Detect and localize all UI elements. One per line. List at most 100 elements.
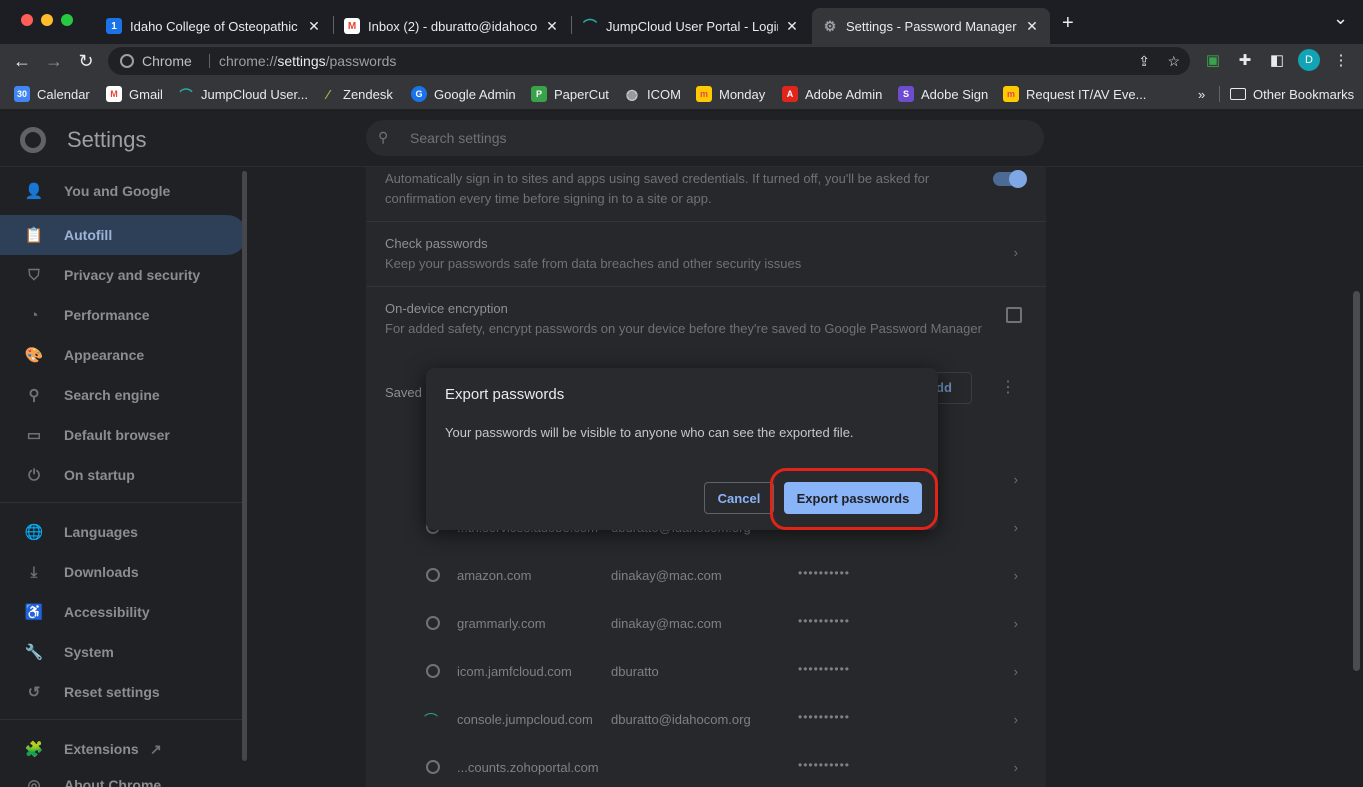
google-admin-icon: G — [411, 86, 427, 102]
power-icon: ⏻ — [28, 466, 40, 484]
bookmark-papercut[interactable]: P PaperCut — [531, 84, 609, 104]
password-row-3[interactable]: grammarly.com dinakay@mac.com ••••••••••… — [366, 600, 1046, 648]
bookmark-label: Other Bookmarks — [1253, 86, 1355, 102]
forward-button[interactable]: → — [43, 50, 65, 72]
page-scrollbar[interactable] — [1353, 291, 1360, 671]
bookmark-jumpcloud[interactable]: ⌒ JumpCloud User... — [178, 84, 308, 104]
other-bookmarks[interactable]: Other Bookmarks — [1230, 84, 1354, 104]
extensions-puzzle-icon[interactable]: ✚ — [1234, 50, 1256, 72]
back-button[interactable]: ← — [11, 50, 33, 72]
window-zoom-button[interactable] — [61, 14, 73, 26]
tab-title: Inbox (2) - dburatto@idahocom — [368, 18, 538, 34]
settings-search[interactable]: ⚲ — [366, 120, 1044, 156]
sidebar-item-about[interactable]: ◎ About Chrome — [0, 765, 247, 787]
sidebar-item-extensions[interactable]: 🧩 Extensions ↗ — [0, 729, 247, 769]
profile-avatar[interactable]: D — [1298, 49, 1320, 71]
password-row-4[interactable]: icom.jamfcloud.com dburatto •••••••••• › — [366, 648, 1046, 696]
browser-toolbar: ← → ↻ Chrome chrome://settings/passwords… — [0, 44, 1363, 78]
new-tab-button[interactable]: + — [1062, 12, 1074, 35]
autosignin-description: Automatically sign in to sites and apps … — [385, 171, 930, 206]
url-text: chrome://settings/passwords — [219, 53, 397, 69]
password-row-2[interactable]: amazon.com dinakay@mac.com •••••••••• › — [366, 552, 1046, 600]
sidebar-item-label: Appearance — [64, 347, 145, 363]
bookmark-gmail[interactable]: M Gmail — [106, 84, 163, 104]
password-row-6[interactable]: ...counts.zohoportal.com •••••••••• › — [366, 744, 1046, 787]
window-minimize-button[interactable] — [41, 14, 53, 26]
tab-close-icon[interactable]: ✕ — [784, 18, 800, 35]
sidebar-item-privacy[interactable]: ⛉ Privacy and security — [0, 255, 247, 295]
check-passwords-row[interactable]: Check passwords Keep your passwords safe… — [366, 222, 1046, 286]
bookmark-adobe-sign[interactable]: S Adobe Sign — [898, 84, 988, 104]
reload-button[interactable]: ↻ — [75, 50, 97, 72]
bookmark-request-it[interactable]: m Request IT/AV Eve... — [1003, 84, 1146, 104]
encryption-title: On-device encryption — [385, 301, 508, 316]
tab-inbox[interactable]: M Inbox (2) - dburatto@idahocom ✕ — [334, 8, 570, 44]
password-row-5[interactable]: ⌒ console.jumpcloud.com dburatto@idahoco… — [366, 696, 1046, 744]
bookmark-label: Zendesk — [343, 86, 393, 102]
kebab-menu-icon[interactable]: ⋮ — [1330, 50, 1352, 72]
download-icon: ⤓ — [30, 563, 38, 581]
shield-icon: ⛉ — [28, 266, 40, 284]
window-close-button[interactable] — [21, 14, 33, 26]
bookmark-monday[interactable]: m Monday — [696, 84, 765, 104]
zendesk-icon: ⁄ — [326, 86, 330, 102]
sidebar-item-languages[interactable]: 🌐 Languages — [0, 512, 247, 552]
search-input[interactable] — [410, 126, 1010, 150]
bookmark-zendesk[interactable]: ⁄ Zendesk — [320, 84, 393, 104]
globe-icon — [426, 616, 440, 630]
bookmark-label: ICOM — [647, 86, 681, 102]
tab-idaho-college[interactable]: 1 Idaho College of Osteopathic M ✕ — [96, 8, 332, 44]
tab-settings[interactable]: ⚙ Settings - Password Manager ✕ — [812, 8, 1050, 44]
more-actions-icon[interactable]: ⋮ — [1000, 377, 1016, 397]
sidebar-item-accessibility[interactable]: ♿ Accessibility — [0, 592, 247, 632]
bookmarks-overflow-button[interactable]: » — [1198, 84, 1205, 104]
bookmark-label: Request IT/AV Eve... — [1026, 86, 1147, 102]
side-panel-icon[interactable]: ◧ — [1266, 50, 1288, 72]
papercut-icon: P — [531, 86, 547, 102]
bookmark-label: JumpCloud User... — [201, 86, 308, 102]
on-device-encryption-row[interactable]: On-device encryption For added safety, e… — [366, 287, 1046, 351]
bookmark-adobe-admin[interactable]: A Adobe Admin — [782, 84, 882, 104]
extension-papercut-icon[interactable]: ▣ — [1202, 50, 1224, 72]
sidebar-item-search-engine[interactable]: ⚲ Search engine — [0, 375, 247, 415]
autosignin-toggle[interactable] — [993, 170, 1027, 188]
sidebar-item-system[interactable]: 🔧 System — [0, 632, 247, 672]
external-link-icon — [1006, 307, 1022, 323]
saved-passwords-heading: Saved — [385, 385, 422, 400]
address-bar[interactable]: Chrome chrome://settings/passwords ⇪ ☆ — [108, 47, 1190, 75]
sidebar-scrollbar[interactable] — [242, 171, 247, 761]
sidebar-item-you-and-google[interactable]: 👤 You and Google — [0, 171, 247, 211]
tab-close-icon[interactable]: ✕ — [544, 18, 560, 35]
share-icon[interactable]: ⇪ — [1138, 47, 1150, 75]
tab-close-icon[interactable]: ✕ — [306, 18, 322, 35]
cancel-button[interactable]: Cancel — [704, 482, 774, 514]
chrome-icon — [120, 54, 134, 68]
tab-search-button[interactable]: ⌄ — [1333, 8, 1348, 29]
password-masked: •••••••••• — [798, 758, 851, 772]
bookmark-calendar[interactable]: 30 Calendar — [14, 84, 90, 104]
sidebar-item-autofill[interactable]: 📋 Autofill — [0, 215, 247, 255]
adobe-icon: A — [782, 86, 798, 102]
settings-sidebar: 👤 You and Google 📋 Autofill ⛉ Privacy and s… — [0, 167, 256, 787]
sidebar-item-on-startup[interactable]: ⏻ On startup — [0, 455, 247, 495]
tab-title: JumpCloud User Portal - Login — [606, 18, 778, 34]
password-masked: •••••••••• — [798, 566, 851, 580]
sidebar-item-label: Autofill — [64, 227, 113, 243]
dialog-title: Export passwords — [445, 386, 565, 403]
puzzle-icon: 🧩 — [24, 741, 44, 758]
sidebar-item-default-browser[interactable]: ▭ Default browser — [0, 415, 247, 455]
chevron-right-icon: › — [1013, 245, 1018, 260]
sidebar-item-downloads[interactable]: ⤓ Downloads — [0, 552, 247, 592]
bookmark-google-admin[interactable]: G Google Admin — [411, 84, 516, 104]
jumpcloud-icon: ⌒ — [583, 18, 597, 34]
tab-jumpcloud[interactable]: ⌒ JumpCloud User Portal - Login ✕ — [572, 8, 810, 44]
sidebar-item-performance[interactable]: ◔ Performance — [0, 295, 247, 335]
sidebar-item-reset[interactable]: ↺ Reset settings — [0, 672, 247, 712]
password-masked: •••••••••• — [798, 614, 851, 628]
chevron-right-icon: › — [1013, 712, 1018, 727]
gear-icon: ⚙ — [823, 17, 837, 34]
sidebar-item-appearance[interactable]: 🎨 Appearance — [0, 335, 247, 375]
bookmark-icom[interactable]: ◍ ICOM — [624, 84, 681, 104]
tab-close-icon[interactable]: ✕ — [1024, 18, 1040, 35]
bookmark-star-icon[interactable]: ☆ — [1167, 47, 1180, 75]
